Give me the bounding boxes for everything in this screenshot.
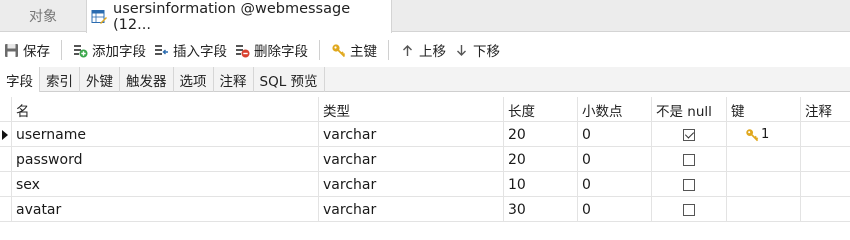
- key-cell[interactable]: [727, 147, 801, 172]
- not-null-checkbox[interactable]: [683, 203, 695, 216]
- window-tab-strip: 对象 usersinformation @webmessage (12...: [0, 0, 850, 33]
- insert-field-label: 插入字段: [173, 44, 227, 60]
- field-length-cell[interactable]: 30: [504, 197, 578, 222]
- header-type[interactable]: 类型: [319, 97, 504, 122]
- tab-table-design-label: usersinformation @webmessage (12...: [113, 0, 351, 33]
- tab-indexes[interactable]: 索引: [40, 67, 80, 92]
- save-button[interactable]: 保存: [0, 36, 54, 64]
- tab-sql-preview[interactable]: SQL 预览: [254, 67, 325, 92]
- key-cell[interactable]: [727, 172, 801, 197]
- insert-field-icon: [155, 44, 168, 55]
- toolbar-divider: [388, 40, 389, 60]
- field-name-cell[interactable]: password: [12, 147, 319, 172]
- field-length-cell[interactable]: 20: [504, 122, 578, 147]
- tab-objects-label: 对象: [29, 9, 57, 25]
- field-comment-cell[interactable]: [801, 197, 850, 222]
- key-order: 1: [761, 127, 770, 142]
- primary-key-label: 主键: [350, 44, 377, 60]
- field-name-cell[interactable]: sex: [12, 172, 319, 197]
- table-row[interactable]: sex varchar 10 0: [0, 172, 850, 197]
- not-null-cell[interactable]: [652, 147, 727, 172]
- arrow-up-icon: [403, 44, 412, 56]
- key-cell[interactable]: 1: [727, 122, 801, 147]
- move-up-label: 上移: [419, 44, 446, 60]
- field-length-cell[interactable]: 20: [504, 147, 578, 172]
- field-decimals-cell[interactable]: 0: [578, 122, 652, 147]
- table-row[interactable]: password varchar 20 0: [0, 147, 850, 172]
- not-null-checkbox[interactable]: [683, 178, 695, 191]
- row-selector[interactable]: [0, 147, 12, 172]
- row-selector[interactable]: [0, 197, 12, 222]
- current-row-marker-icon: [2, 129, 8, 140]
- table-row[interactable]: avatar varchar 30 0: [0, 197, 850, 222]
- save-icon: [5, 43, 18, 57]
- add-field-button[interactable]: 添加字段: [69, 36, 150, 64]
- header-decimals[interactable]: 小数点: [578, 97, 652, 122]
- tab-objects[interactable]: 对象: [0, 0, 86, 32]
- toolbar-divider: [61, 40, 62, 60]
- header-comment[interactable]: 注释: [801, 97, 850, 122]
- field-type-cell[interactable]: varchar: [319, 122, 504, 147]
- row-selector[interactable]: [0, 122, 12, 147]
- not-null-cell[interactable]: [652, 122, 727, 147]
- not-null-cell[interactable]: [652, 197, 727, 222]
- field-decimals-cell[interactable]: 0: [578, 172, 652, 197]
- field-length-cell[interactable]: 10: [504, 172, 578, 197]
- not-null-cell[interactable]: [652, 172, 727, 197]
- table-design-icon: [91, 9, 107, 24]
- add-field-icon: [74, 44, 88, 57]
- field-decimals-cell[interactable]: 0: [578, 147, 652, 172]
- tab-table-design[interactable]: usersinformation @webmessage (12...: [86, 0, 392, 33]
- field-name-cell[interactable]: username: [12, 122, 319, 147]
- arrow-down-icon: [457, 44, 466, 56]
- tab-fields[interactable]: 字段: [0, 67, 40, 92]
- field-comment-cell[interactable]: [801, 147, 850, 172]
- toolbar: 保存 添加字段 插入字段 删除字段 主键 上移 下移: [0, 33, 850, 67]
- field-comment-cell[interactable]: [801, 122, 850, 147]
- move-down-button[interactable]: 下移: [450, 36, 504, 64]
- toolbar-divider: [319, 40, 320, 60]
- primary-key-button[interactable]: 主键: [327, 36, 381, 64]
- not-null-checkbox[interactable]: [683, 128, 695, 141]
- header-selector: [0, 97, 12, 122]
- save-label: 保存: [23, 44, 50, 60]
- table-row[interactable]: username varchar 20 0 1: [0, 122, 850, 147]
- insert-field-button[interactable]: 插入字段: [150, 36, 231, 64]
- delete-field-icon: [236, 44, 250, 57]
- field-type-cell[interactable]: varchar: [319, 197, 504, 222]
- field-comment-cell[interactable]: [801, 172, 850, 197]
- row-selector[interactable]: [0, 172, 12, 197]
- move-up-button[interactable]: 上移: [396, 36, 450, 64]
- delete-field-label: 删除字段: [254, 44, 308, 60]
- field-decimals-cell[interactable]: 0: [578, 197, 652, 222]
- tab-foreign-keys[interactable]: 外键: [80, 67, 120, 92]
- not-null-checkbox[interactable]: [683, 153, 695, 166]
- field-type-cell[interactable]: varchar: [319, 172, 504, 197]
- header-key[interactable]: 键: [727, 97, 801, 122]
- key-cell[interactable]: [727, 197, 801, 222]
- header-name[interactable]: 名: [12, 97, 319, 122]
- field-type-cell[interactable]: varchar: [319, 147, 504, 172]
- add-field-label: 添加字段: [92, 44, 146, 60]
- key-icon: [746, 128, 759, 141]
- tab-comment[interactable]: 注释: [214, 67, 254, 92]
- field-name-cell[interactable]: avatar: [12, 197, 319, 222]
- header-length[interactable]: 长度: [504, 97, 578, 122]
- delete-field-button[interactable]: 删除字段: [231, 36, 312, 64]
- key-icon: [332, 43, 346, 57]
- move-down-label: 下移: [473, 44, 500, 60]
- header-not-null[interactable]: 不是 null: [652, 97, 727, 122]
- tab-options[interactable]: 选项: [174, 67, 214, 92]
- design-subtabs: 字段 索引 外键 触发器 选项 注释 SQL 预览: [0, 67, 850, 92]
- grid-header: 名 类型 长度 小数点 不是 null 键 注释: [0, 97, 850, 122]
- tab-triggers[interactable]: 触发器: [120, 67, 174, 92]
